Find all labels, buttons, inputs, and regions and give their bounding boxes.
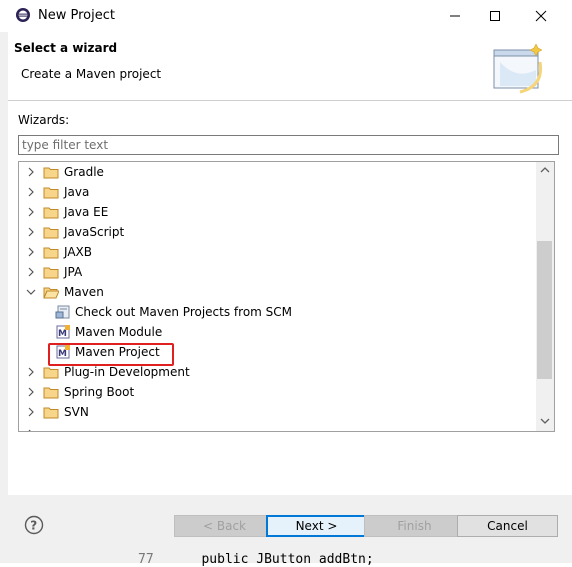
- folder-icon: [43, 267, 59, 279]
- help-icon[interactable]: ?: [24, 515, 44, 535]
- tree-item-label: Maven: [64, 285, 104, 299]
- open-folder-icon: [43, 287, 59, 299]
- scm-checkout-icon: [55, 305, 70, 319]
- tree-item-label: Maven Module: [75, 325, 163, 339]
- folder-icon: [43, 387, 59, 399]
- title-bar: New Project: [0, 0, 572, 32]
- folder-icon: [43, 187, 59, 199]
- finish-button[interactable]: Finish: [364, 515, 465, 537]
- line-number: 77: [138, 552, 154, 567]
- next-button[interactable]: Next >: [266, 515, 367, 537]
- close-button[interactable]: [518, 0, 564, 32]
- folder-icon: [43, 247, 59, 259]
- maximize-button[interactable]: [472, 0, 518, 32]
- tree-item-partial: [25, 424, 37, 431]
- tree-item-label: Check out Maven Projects from SCM: [75, 305, 293, 319]
- tree-item-label: Gradle: [64, 165, 104, 179]
- tree-item-label: JavaScript: [64, 225, 125, 239]
- chevron-right-icon[interactable]: [25, 266, 37, 278]
- svg-text:M: M: [58, 329, 67, 339]
- tree-item-javascript[interactable]: JavaScript: [25, 222, 124, 242]
- wizards-label: Wizards:: [18, 113, 70, 127]
- folder-icon: [43, 207, 59, 219]
- scrollbar-thumb[interactable]: [537, 241, 552, 379]
- tree-item-label: JAXB: [64, 245, 92, 259]
- tree-item-java[interactable]: Java: [25, 182, 89, 202]
- folder-icon: [43, 367, 59, 379]
- tree-item-gradle[interactable]: Gradle: [25, 162, 104, 182]
- window-title: New Project: [38, 8, 115, 23]
- tree-item-label: Plug-in Development: [64, 365, 190, 379]
- new-wizard-banner-icon: [493, 43, 543, 94]
- tree-item-jaxb[interactable]: JAXB: [25, 242, 92, 262]
- tree-item-label: Spring Boot: [64, 385, 135, 399]
- tree-item-label: SVN: [64, 405, 89, 419]
- scroll-down-icon[interactable]: [540, 417, 550, 425]
- minimize-icon: [450, 15, 460, 17]
- chevron-right-icon[interactable]: [25, 366, 37, 378]
- page-description: Create a Maven project: [21, 67, 162, 81]
- chevron-right-icon[interactable]: [25, 386, 37, 398]
- tree-item-label: Java EE: [64, 205, 109, 219]
- wizard-header: Select a wizard Create a Maven project: [8, 32, 572, 100]
- svg-text:?: ?: [30, 519, 37, 533]
- wizard-tree[interactable]: Gradle Java Java EE JavaScript JAXB JPA …: [18, 161, 555, 432]
- chevron-down-icon[interactable]: [25, 286, 37, 298]
- chevron-right-icon[interactable]: [25, 186, 37, 198]
- maven-module-icon: M: [56, 325, 70, 339]
- page-title: Select a wizard: [14, 41, 118, 55]
- tree-item-maven[interactable]: Maven: [25, 282, 104, 302]
- cancel-button[interactable]: Cancel: [457, 515, 558, 537]
- window-border: [0, 32, 8, 563]
- chevron-right-icon[interactable]: [25, 226, 37, 238]
- maximize-icon: [490, 11, 500, 21]
- tree-item-maven-module[interactable]: M Maven Module: [55, 322, 162, 342]
- folder-icon: [43, 227, 59, 239]
- folder-icon: [43, 407, 59, 419]
- chevron-right-icon: [28, 429, 31, 431]
- filter-input[interactable]: [18, 135, 559, 155]
- eclipse-app-icon: [16, 8, 30, 22]
- scroll-up-icon[interactable]: [540, 166, 550, 174]
- chevron-right-icon[interactable]: [25, 206, 37, 218]
- tree-scrollbar[interactable]: [536, 162, 554, 431]
- folder-icon: [43, 167, 59, 179]
- tree-item-label: JPA: [64, 265, 83, 279]
- close-icon: [535, 10, 547, 22]
- tree-item-label: Java: [64, 185, 90, 199]
- chevron-right-icon[interactable]: [25, 406, 37, 418]
- tree-item-scm-checkout[interactable]: Check out Maven Projects from SCM: [55, 302, 292, 322]
- tree-item-svn[interactable]: SVN: [25, 402, 89, 422]
- tree-item-jpa[interactable]: JPA: [25, 262, 82, 282]
- back-button[interactable]: < Back: [174, 515, 275, 537]
- chevron-right-icon[interactable]: [25, 166, 37, 178]
- background-editor-line: 77 public JButton addBtn;: [138, 552, 374, 567]
- tree-item-spring-boot[interactable]: Spring Boot: [25, 382, 134, 402]
- chevron-right-icon[interactable]: [25, 246, 37, 258]
- tree-item-plugin-development[interactable]: Plug-in Development: [25, 362, 190, 382]
- code-text: public JButton addBtn;: [201, 552, 374, 567]
- tree-item-java-ee[interactable]: Java EE: [25, 202, 108, 222]
